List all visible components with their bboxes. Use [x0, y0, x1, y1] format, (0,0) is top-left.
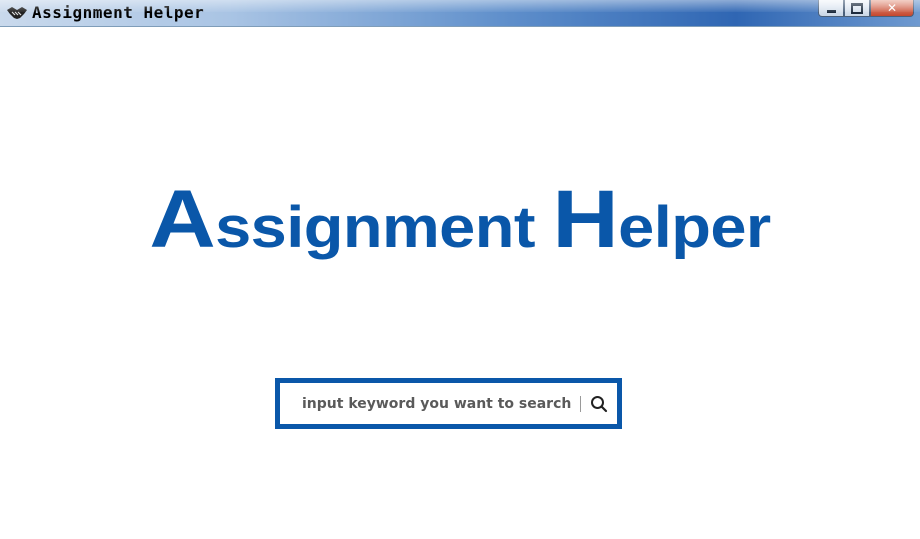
- app-logo: Assignment Helper: [0, 179, 920, 268]
- search-input[interactable]: [300, 387, 574, 420]
- logo-initial-h: H: [552, 174, 619, 265]
- logo-initial-a: A: [149, 174, 216, 265]
- handshake-icon: [6, 5, 28, 21]
- window-controls: ✕: [818, 0, 914, 19]
- search-icon: [591, 395, 608, 412]
- minimize-button[interactable]: [818, 0, 844, 17]
- search-box: [275, 378, 622, 429]
- logo-word-rest-2: elper: [618, 195, 771, 260]
- maximize-button[interactable]: [844, 0, 870, 17]
- close-icon: ✕: [886, 1, 898, 15]
- close-button[interactable]: ✕: [870, 0, 914, 17]
- maximize-icon: [851, 2, 863, 14]
- title-bar: Assignment Helper ✕: [0, 0, 920, 27]
- minimize-icon: [826, 9, 836, 13]
- search-button[interactable]: [581, 389, 617, 419]
- window-title: Assignment Helper: [32, 3, 205, 22]
- logo-word-rest-1: ssignment: [215, 195, 535, 260]
